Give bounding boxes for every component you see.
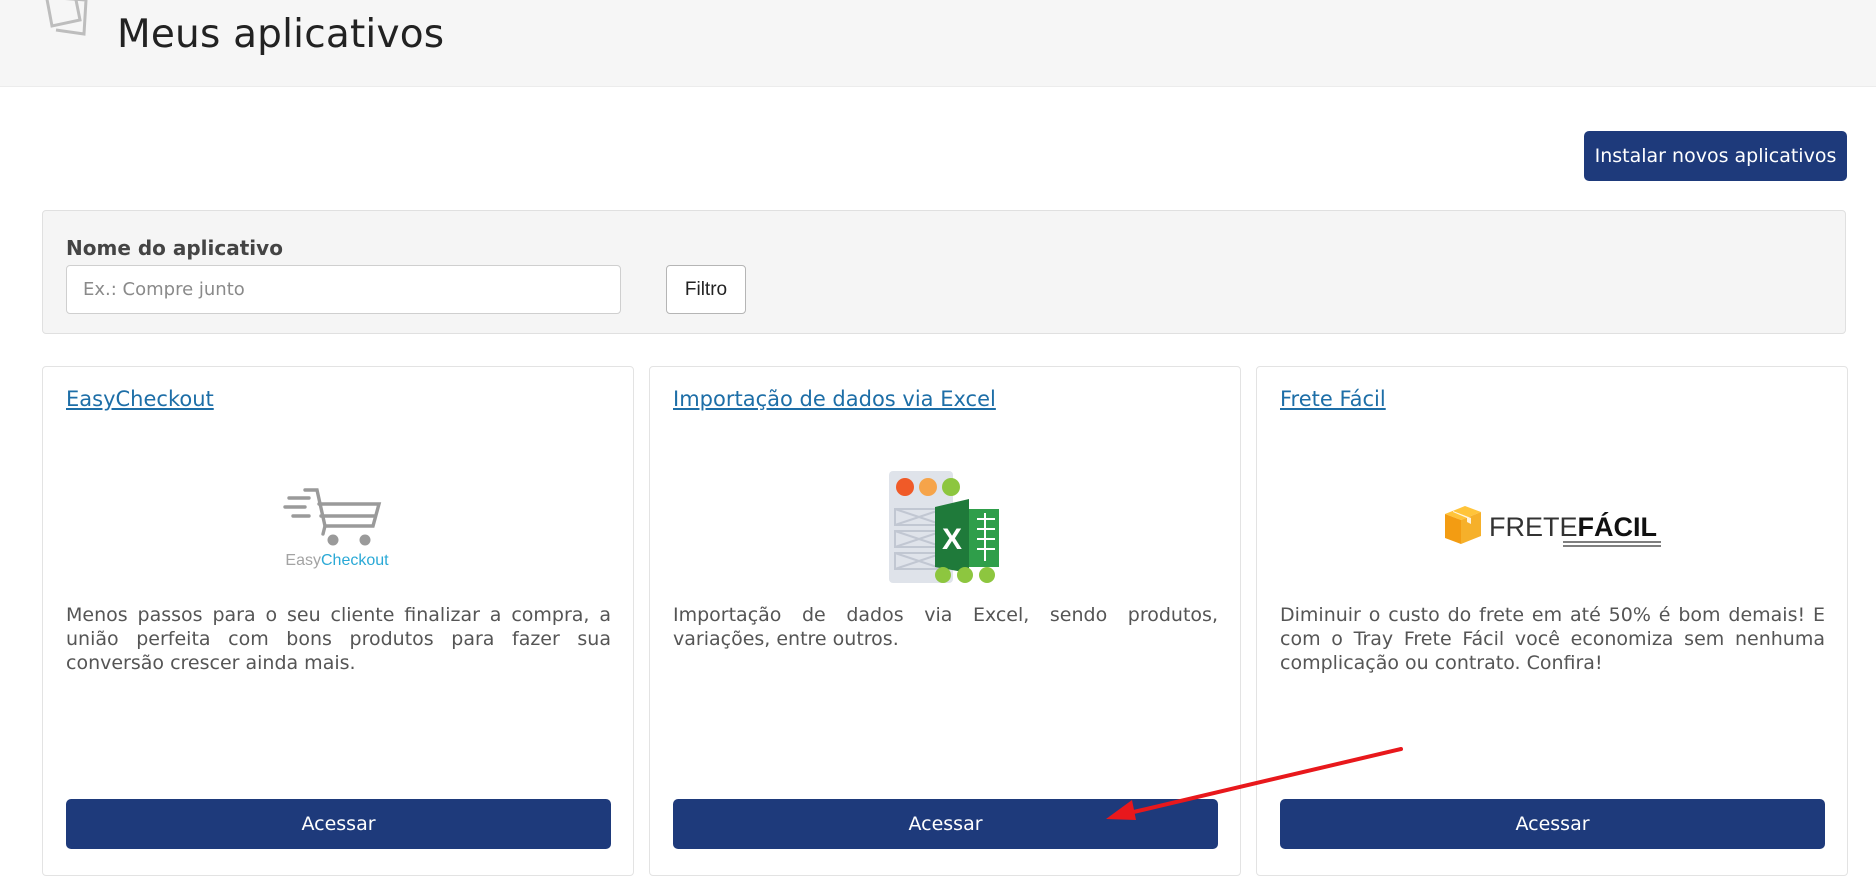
- app-logo: FRETEFÁCIL: [1257, 457, 1847, 597]
- logo-text: FRETE: [1489, 512, 1578, 542]
- app-card-frete-facil: Frete Fácil FRETEFÁCIL Diminuir o custo …: [1256, 366, 1848, 876]
- page-title: Meus aplicativos: [117, 12, 445, 57]
- install-apps-button[interactable]: Instalar novos aplicativos: [1584, 131, 1847, 181]
- logo-text: Easy: [285, 552, 321, 569]
- app-card-excel-import: Importação de dados via Excel X Importaç…: [649, 366, 1241, 876]
- filter-button[interactable]: Filtro: [666, 265, 746, 314]
- logo-text: FÁCIL: [1578, 511, 1657, 542]
- app-title-link[interactable]: Frete Fácil: [1280, 387, 1386, 411]
- apps-icon: [45, 0, 88, 36]
- logo-text: Checkout: [321, 552, 389, 569]
- access-button[interactable]: Acessar: [66, 799, 611, 849]
- app-logo: X: [650, 457, 1240, 597]
- app-name-input[interactable]: [66, 265, 621, 314]
- shopping-cart-icon: EasyCheckout: [283, 488, 389, 569]
- excel-import-icon: X: [889, 471, 999, 583]
- app-description: Diminuir o custo do frete em até 50% é b…: [1280, 604, 1825, 674]
- page-header: Meus aplicativos: [0, 0, 1876, 87]
- access-button[interactable]: Acessar: [1280, 799, 1825, 849]
- app-title-link[interactable]: EasyCheckout: [66, 387, 214, 411]
- package-box-icon: FRETEFÁCIL: [1445, 506, 1661, 547]
- filter-panel: Nome do aplicativo Filtro: [42, 210, 1846, 334]
- app-logo: EasyCheckout: [43, 457, 633, 597]
- svg-text:EasyCheckout: EasyCheckout: [285, 552, 389, 569]
- access-button[interactable]: Acessar: [673, 799, 1218, 849]
- filter-label: Nome do aplicativo: [66, 236, 283, 260]
- logo-text: X: [942, 523, 962, 556]
- app-description: Menos passos para o seu cliente finaliza…: [66, 604, 611, 674]
- svg-text:FRETEFÁCIL: FRETEFÁCIL: [1489, 511, 1657, 542]
- app-description: Importação de dados via Excel, sendo pro…: [673, 604, 1218, 650]
- app-title-link[interactable]: Importação de dados via Excel: [673, 387, 996, 411]
- app-card-easycheckout: EasyCheckout EasyCheckout Menos passos p…: [42, 366, 634, 876]
